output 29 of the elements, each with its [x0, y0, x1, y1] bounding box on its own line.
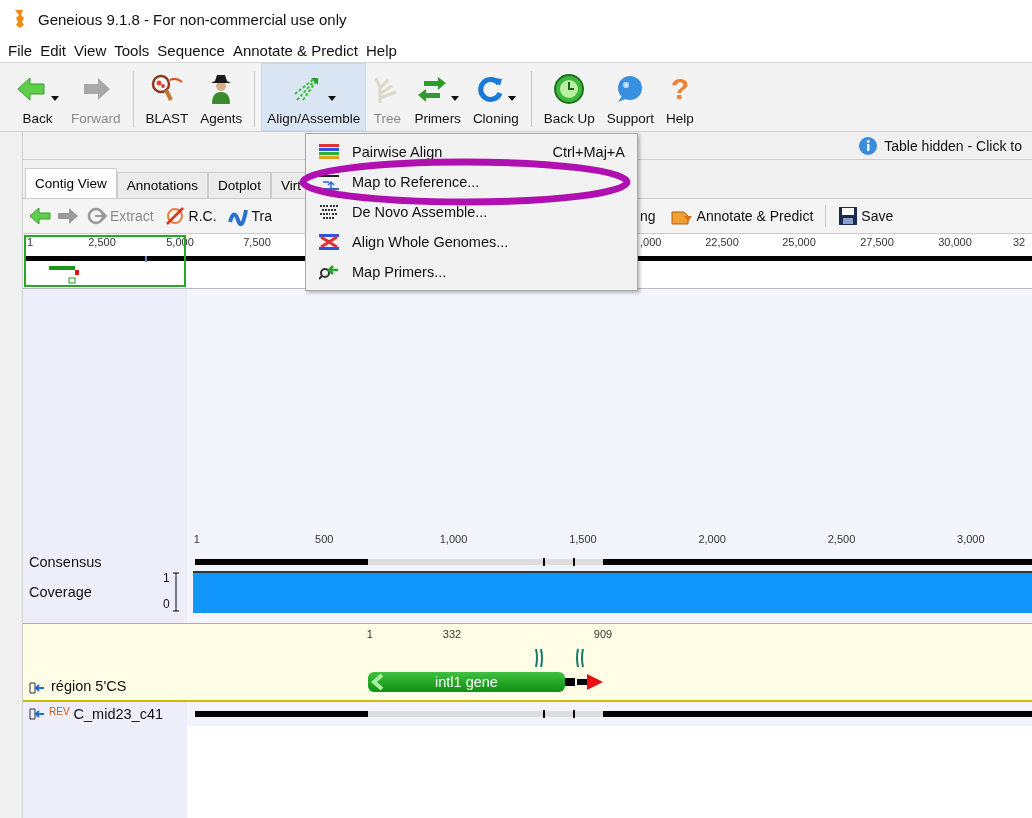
ruler-label: 27,500	[860, 236, 894, 248]
ruler-label: 2,500	[88, 236, 116, 248]
ruler-label: 3,000	[957, 533, 985, 545]
coverage-label: Coverage	[29, 584, 92, 600]
ruler-label: 25,000	[782, 236, 816, 248]
consensus-label: Consensus	[29, 554, 102, 570]
question-mark-icon: ?	[670, 74, 690, 104]
ruler-label: 7,500	[243, 236, 271, 248]
position-label: 909	[593, 628, 613, 640]
ruler-label: 500	[315, 533, 334, 545]
ruler-label: 1,000	[439, 533, 468, 545]
read-name: C_mid23_c41	[73, 706, 164, 722]
ruler-label: 1	[27, 236, 34, 248]
strand-label: REV	[49, 706, 70, 717]
window-title: Geneious 9.1.8 - For non-commercial use only	[38, 10, 347, 28]
axis-max-label: 1	[163, 571, 170, 585]
position-label: 332	[442, 628, 462, 640]
ruler-label: 2,000	[698, 533, 726, 545]
ruler-label: 32	[1012, 236, 1026, 248]
ruler-label: 22,500	[705, 236, 739, 248]
track-name: région 5'CS	[51, 678, 127, 694]
ruler-label: 30,000	[938, 236, 972, 248]
position-label: 1	[366, 628, 373, 640]
ruler-label: 2,500	[827, 533, 856, 545]
ruler-label: 1	[193, 533, 200, 545]
shortcut-label: Ctrl+Maj+A	[552, 144, 625, 160]
ruler-label: 1,500	[569, 533, 597, 545]
axis-min-label: 0	[163, 597, 170, 611]
ruler-label: ,000	[640, 236, 662, 248]
